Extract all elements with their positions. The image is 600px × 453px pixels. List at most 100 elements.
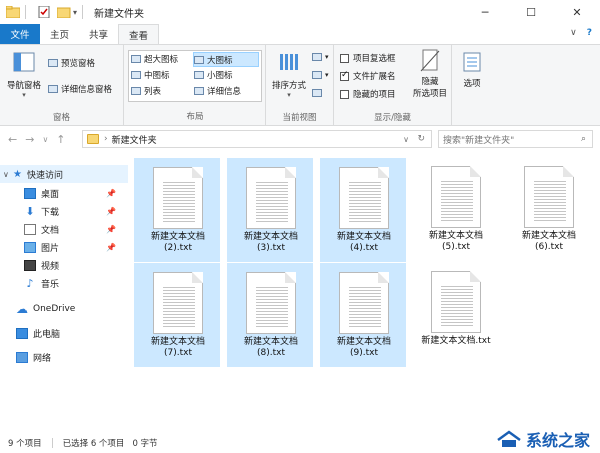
navigation-pane-button[interactable]: 导航窗格 ▾ bbox=[6, 51, 42, 99]
hidden-items-label: 隐藏的项目 bbox=[353, 90, 396, 100]
file-name: 新建文本文档 (5).txt bbox=[428, 231, 483, 252]
nav-quick-access[interactable]: ∨ ★ 快速访问 bbox=[0, 165, 128, 183]
address-dropdown-icon[interactable]: ∨ bbox=[403, 135, 409, 144]
file-item[interactable]: 新建文本文档 (2).txt bbox=[134, 158, 220, 262]
text-file-icon bbox=[431, 166, 481, 228]
group-label-layout: 布局 bbox=[186, 112, 204, 122]
new-folder-icon[interactable] bbox=[57, 6, 71, 18]
nav-item-desktop[interactable]: 桌面 📌 bbox=[0, 184, 128, 202]
options-button[interactable]: 选项 bbox=[458, 51, 486, 89]
up-arrow-icon[interactable]: ↑ bbox=[56, 133, 65, 146]
file-item[interactable]: 新建文本文档 (3).txt bbox=[227, 158, 313, 262]
file-item[interactable]: 新建文本文档 (7).txt bbox=[134, 263, 220, 367]
chevron-down-icon: ▾ bbox=[287, 91, 291, 99]
window-title: 新建文件夹 bbox=[94, 8, 145, 20]
file-item[interactable]: 新建文本文档 (6).txt bbox=[506, 158, 592, 262]
nav-item-documents[interactable]: 文档 📌 bbox=[0, 220, 128, 238]
nav-item-downloads[interactable]: ⬇ 下载 📌 bbox=[0, 202, 128, 220]
pin-icon[interactable]: 📌 bbox=[106, 207, 116, 216]
file-extensions-toggle[interactable]: 文件扩展名 bbox=[340, 70, 396, 82]
file-item[interactable]: 新建文本文档.txt bbox=[413, 263, 499, 367]
quick-access-dropdown-icon[interactable]: ▾ bbox=[73, 8, 77, 17]
file-name: 新建文本文档 (8).txt bbox=[243, 337, 298, 358]
address-bar-row: ← → ∨ ↑ › 新建文件夹 ∨ ↻ 搜索"新建文件夹" ⌕ bbox=[0, 127, 600, 151]
picture-icon bbox=[24, 241, 36, 253]
pin-icon[interactable]: 📌 bbox=[106, 189, 116, 198]
add-columns-button[interactable]: ▾ bbox=[312, 71, 329, 79]
nav-item-videos[interactable]: 视频 bbox=[0, 256, 128, 274]
file-icon-lines bbox=[349, 287, 381, 329]
search-placeholder: 搜索"新建文件夹" bbox=[443, 135, 515, 146]
layout-small-icons[interactable]: 小图标 bbox=[194, 69, 258, 81]
group-by-button[interactable]: ▾ bbox=[312, 53, 329, 61]
maximize-button[interactable]: ☐ bbox=[508, 0, 554, 24]
file-item[interactable]: 新建文本文档 (9).txt bbox=[320, 263, 406, 367]
layout-medium-icons[interactable]: 中图标 bbox=[131, 69, 191, 81]
nav-this-pc-label: 此电脑 bbox=[33, 329, 61, 340]
nav-network-label: 网络 bbox=[33, 353, 52, 364]
address-field[interactable]: › 新建文件夹 ∨ ↻ bbox=[82, 130, 432, 148]
back-arrow-icon[interactable]: ← bbox=[8, 133, 17, 146]
size-columns-icon bbox=[312, 89, 322, 97]
ribbon-collapse-icon[interactable]: ∨ bbox=[570, 28, 577, 38]
chevron-down-icon: ▾ bbox=[325, 53, 329, 61]
group-label-panes: 窗格 bbox=[52, 113, 70, 123]
tab-view[interactable]: 查看 bbox=[118, 24, 160, 45]
search-input[interactable]: 搜索"新建文件夹" ⌕ bbox=[438, 130, 593, 148]
hidden-items-toggle[interactable]: 隐藏的项目 bbox=[340, 88, 396, 100]
file-item[interactable]: 新建文本文档 (8).txt bbox=[227, 263, 313, 367]
text-file-icon bbox=[246, 272, 296, 334]
nav-this-pc[interactable]: 此电脑 bbox=[0, 324, 128, 342]
navigation-pane-label: 导航窗格 bbox=[6, 81, 41, 91]
nav-item-pictures[interactable]: 图片 📌 bbox=[0, 238, 128, 256]
expand-chevron-icon[interactable]: ∨ bbox=[3, 170, 13, 179]
navigation-pane: ∨ ★ 快速访问 桌面 📌 ⬇ 下载 📌 文档 📌 图片 📌 视频 ♪ 音乐 ☁… bbox=[0, 151, 130, 433]
text-file-icon bbox=[339, 167, 389, 229]
size-columns-button[interactable] bbox=[312, 89, 325, 97]
navigation-pane-icon bbox=[13, 52, 35, 72]
minimize-button[interactable]: ─ bbox=[462, 0, 508, 24]
layout-large-icons[interactable]: 大图标 bbox=[193, 52, 259, 67]
item-checkboxes-toggle[interactable]: 项目复选框 bbox=[340, 52, 396, 64]
forward-arrow-icon[interactable]: → bbox=[25, 133, 34, 146]
nav-onedrive[interactable]: ☁ OneDrive bbox=[0, 300, 128, 318]
medium-icons-icon bbox=[131, 71, 141, 79]
file-extensions-checkbox[interactable] bbox=[340, 70, 349, 81]
layout-details[interactable]: 详细信息 bbox=[194, 85, 258, 97]
tab-share[interactable]: 共享 bbox=[79, 24, 118, 44]
nav-item-label: 桌面 bbox=[41, 189, 60, 200]
item-checkboxes-checkbox[interactable] bbox=[340, 53, 349, 63]
details-pane-icon bbox=[48, 85, 58, 93]
tab-home[interactable]: 主页 bbox=[40, 24, 79, 44]
folder-icon bbox=[6, 6, 20, 18]
nav-item-music[interactable]: ♪ 音乐 bbox=[0, 274, 128, 292]
file-item[interactable]: 新建文本文档 (4).txt bbox=[320, 158, 406, 262]
pin-icon[interactable]: 📌 bbox=[106, 225, 116, 234]
small-icons-icon bbox=[194, 71, 204, 79]
layout-list[interactable]: 列表 bbox=[131, 85, 191, 97]
recent-chevron-icon[interactable]: ∨ bbox=[42, 135, 48, 144]
close-button[interactable]: ✕ bbox=[554, 0, 600, 24]
file-icon-lines bbox=[163, 182, 195, 224]
layout-extra-large-icons[interactable]: 超大图标 bbox=[131, 53, 191, 65]
text-file-icon bbox=[153, 272, 203, 334]
properties-icon[interactable] bbox=[37, 6, 51, 18]
pin-icon[interactable]: 📌 bbox=[106, 243, 116, 252]
nav-network[interactable]: 网络 bbox=[0, 348, 128, 366]
file-name: 新建文本文档 (2).txt bbox=[150, 232, 205, 253]
ribbon-right-controls: ∨ ? bbox=[570, 28, 592, 38]
tab-file[interactable]: 文件 bbox=[0, 24, 40, 44]
details-pane-button[interactable]: 详细信息窗格 bbox=[48, 83, 112, 95]
text-file-icon bbox=[431, 271, 481, 333]
hide-selected-button[interactable]: 隐藏 所选项目 bbox=[410, 49, 450, 99]
search-icon[interactable]: ⌕ bbox=[581, 134, 586, 144]
help-icon[interactable]: ? bbox=[587, 28, 592, 38]
sort-by-button[interactable]: 排序方式 ▾ bbox=[270, 51, 308, 99]
file-icon-lines bbox=[163, 287, 195, 329]
hidden-items-checkbox[interactable] bbox=[340, 89, 349, 99]
file-item[interactable]: 新建文本文档 (5).txt bbox=[413, 158, 499, 262]
sort-by-label: 排序方式 bbox=[271, 81, 306, 91]
nav-quick-access-label: 快速访问 bbox=[26, 170, 63, 181]
refresh-icon[interactable]: ↻ bbox=[417, 134, 425, 144]
preview-pane-button[interactable]: 预览窗格 bbox=[48, 57, 95, 69]
